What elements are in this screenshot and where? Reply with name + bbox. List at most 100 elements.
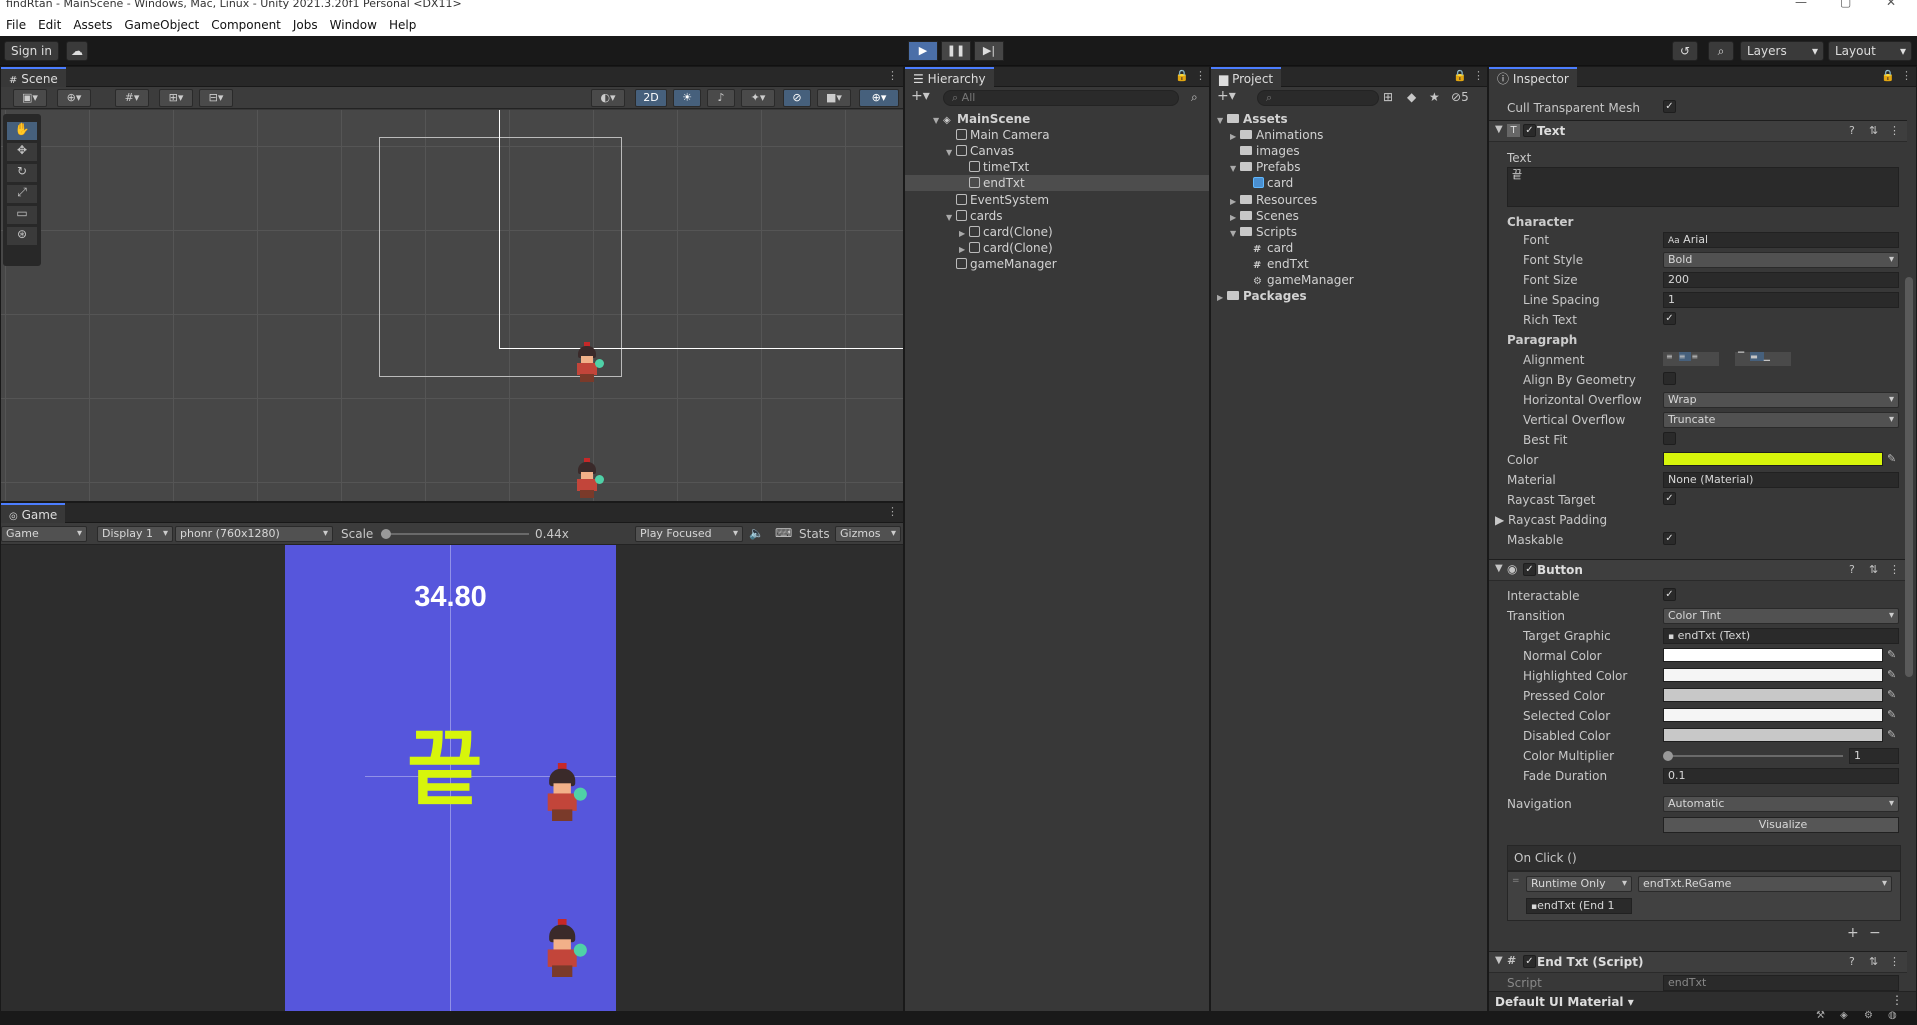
game-screen[interactable]: 34.80 끝 [285,545,616,1011]
eyedropper-icon[interactable]: ✎ [1887,708,1896,721]
text-component-header[interactable]: ▼ T ✓ Text ? ⇅ ⋮ [1489,120,1907,142]
more-icon[interactable]: ⋮ [1473,69,1484,82]
horizontal-alignment-buttons[interactable]: ≡≡≡ [1663,352,1719,366]
search-options-icon[interactable]: ⌕ [1191,90,1198,105]
hierarchy-search-input[interactable]: ⌕ All [943,90,1179,106]
notifications-icon[interactable]: ◍ [1888,1010,1897,1021]
project-search-input[interactable]: ⌕ [1257,90,1379,106]
play-focused-dropdown[interactable]: Play Focused [635,526,743,542]
lock-icon[interactable]: 🔒 [1881,69,1895,82]
hierarchy-item[interactable]: ▶ card(Clone) [905,224,1209,240]
card-sprite[interactable] [539,763,588,821]
lock-icon[interactable]: 🔒 [1453,69,1467,82]
tab-game[interactable]: ◎ Game [1,503,66,523]
eyedropper-icon[interactable]: ✎ [1887,452,1896,465]
color-multiplier-field[interactable]: 1 [1849,748,1899,764]
more-icon[interactable]: ⋮ [1195,69,1206,82]
gizmos-dropdown[interactable]: Gizmos [835,526,901,542]
vertical-alignment-buttons[interactable]: ▔▬▁ [1735,352,1791,366]
project-item[interactable]: ⚙ gameManager [1211,272,1487,288]
scale-slider-knob[interactable] [381,529,391,539]
move-tool-icon[interactable]: ✥ [7,143,37,161]
best-fit-checkbox[interactable] [1663,432,1676,445]
help-icon[interactable]: ? [1849,124,1855,137]
footer-more-icon[interactable]: ⋮ [1891,993,1903,1007]
highlighted-color-swatch[interactable] [1663,668,1883,682]
v-overflow-dropdown[interactable]: Truncate [1663,412,1899,428]
hierarchy-item[interactable]: ▼ Canvas [905,143,1209,159]
slider-knob[interactable] [1663,751,1673,761]
tab-hierarchy[interactable]: ☰ Hierarchy [905,67,994,87]
preset-icon[interactable]: ⇅ [1869,563,1878,576]
favorite-icon[interactable]: ★ [1429,90,1440,104]
fade-duration-field[interactable]: 0.1 [1663,768,1899,784]
project-item[interactable]: ▶ Packages [1211,288,1487,304]
foldout-icon[interactable]: ▼ [1495,955,1503,966]
history-icon[interactable]: ↺ [1672,41,1698,61]
visualize-button[interactable]: Visualize [1663,817,1899,833]
eyedropper-icon[interactable]: ✎ [1887,668,1896,681]
raycast-target-checkbox[interactable]: ✓ [1663,492,1676,505]
search-icon[interactable]: ⌕ [1708,41,1734,61]
menu-window[interactable]: Window [324,14,383,33]
search-by-label-icon[interactable]: ◆ [1407,90,1416,104]
project-item[interactable]: ▶ Scenes [1211,208,1487,224]
settings-icon[interactable]: ⚙ [1864,1010,1873,1021]
minimize-icon[interactable]: — [1795,0,1807,8]
cull-checkbox[interactable]: ✓ [1663,100,1676,113]
rich-text-checkbox[interactable]: ✓ [1663,312,1676,325]
font-size-field[interactable]: 200 [1663,272,1899,288]
navigation-dropdown[interactable]: Automatic [1663,796,1899,812]
resolution-dropdown[interactable]: phonr (760x1280) [175,526,333,542]
project-item[interactable]: ▶ Resources [1211,192,1487,208]
foldout-icon[interactable]: ▼ [1495,124,1503,135]
project-item[interactable]: ▶ Animations [1211,127,1487,143]
play-button[interactable]: ▶ [908,41,938,61]
stats-button[interactable]: Stats [799,527,830,541]
help-icon[interactable]: ? [1849,955,1855,968]
draw-mode-icon[interactable]: ◐▾ [591,89,625,107]
button-component-header[interactable]: ▼ ◉ ✓ Button ? ⇅ ⋮ [1489,559,1907,581]
menu-file[interactable]: File [0,14,32,33]
grid-snap-icon[interactable]: #▾ [115,89,149,107]
2d-toggle-button[interactable]: 2D [635,89,667,107]
menu-gameobject[interactable]: GameObject [118,14,205,33]
raycast-padding-foldout[interactable]: ▶ Raycast Padding [1495,513,1607,527]
rect-tool-icon[interactable]: ▭ [7,206,37,224]
font-style-dropdown[interactable]: Bold [1663,252,1899,268]
menu-component[interactable]: Component [205,14,287,33]
component-menu-icon[interactable]: ⋮ [1889,124,1900,137]
preset-icon[interactable]: ⇅ [1869,124,1878,137]
project-item[interactable]: images [1211,143,1487,159]
script-component-header[interactable]: ▼ # ✓ End Txt (Script) ? ⇅ ⋮ [1489,951,1907,973]
global-icon[interactable]: ⊕▾ [57,89,91,107]
more-icon[interactable]: ⋮ [1901,69,1912,82]
project-item[interactable]: # card [1211,240,1487,256]
hand-tool-icon[interactable]: ✋ [7,122,37,140]
hierarchy-item[interactable]: EventSystem [905,192,1209,208]
tab-scene[interactable]: # Scene [1,67,66,87]
display-dropdown[interactable]: Display 1 [97,526,173,542]
layout-dropdown[interactable]: Layout ▾ [1828,41,1912,61]
add-icon[interactable]: +▾ [1217,88,1236,104]
game-view-dropdown[interactable]: Game [1,526,87,542]
add-event-icon[interactable]: + [1847,925,1859,941]
hierarchy-item[interactable]: ▶ card(Clone) [905,240,1209,256]
card-sprite[interactable] [539,919,588,977]
more-icon[interactable]: ⋮ [887,505,898,518]
hierarchy-item[interactable]: ▼ cards [905,208,1209,224]
project-item[interactable]: ▼ Prefabs [1211,159,1487,175]
line-spacing-field[interactable]: 1 [1663,292,1899,308]
project-item[interactable]: # endTxt [1211,256,1487,272]
project-item[interactable]: card [1211,175,1487,191]
rotate-tool-icon[interactable]: ↻ [7,164,37,182]
camera-icon[interactable]: ■▾ [817,89,851,107]
eyedropper-icon[interactable]: ✎ [1887,728,1896,741]
menu-assets[interactable]: Assets [67,14,118,33]
script-enabled-checkbox[interactable]: ✓ [1523,955,1536,968]
tab-project[interactable]: ▆ Project [1211,67,1282,87]
inspector-scrollbar[interactable] [1905,277,1913,677]
component-menu-icon[interactable]: ⋮ [1889,955,1900,968]
project-item[interactable]: ▼ Scripts [1211,224,1487,240]
step-button[interactable]: ▶| [974,41,1004,61]
